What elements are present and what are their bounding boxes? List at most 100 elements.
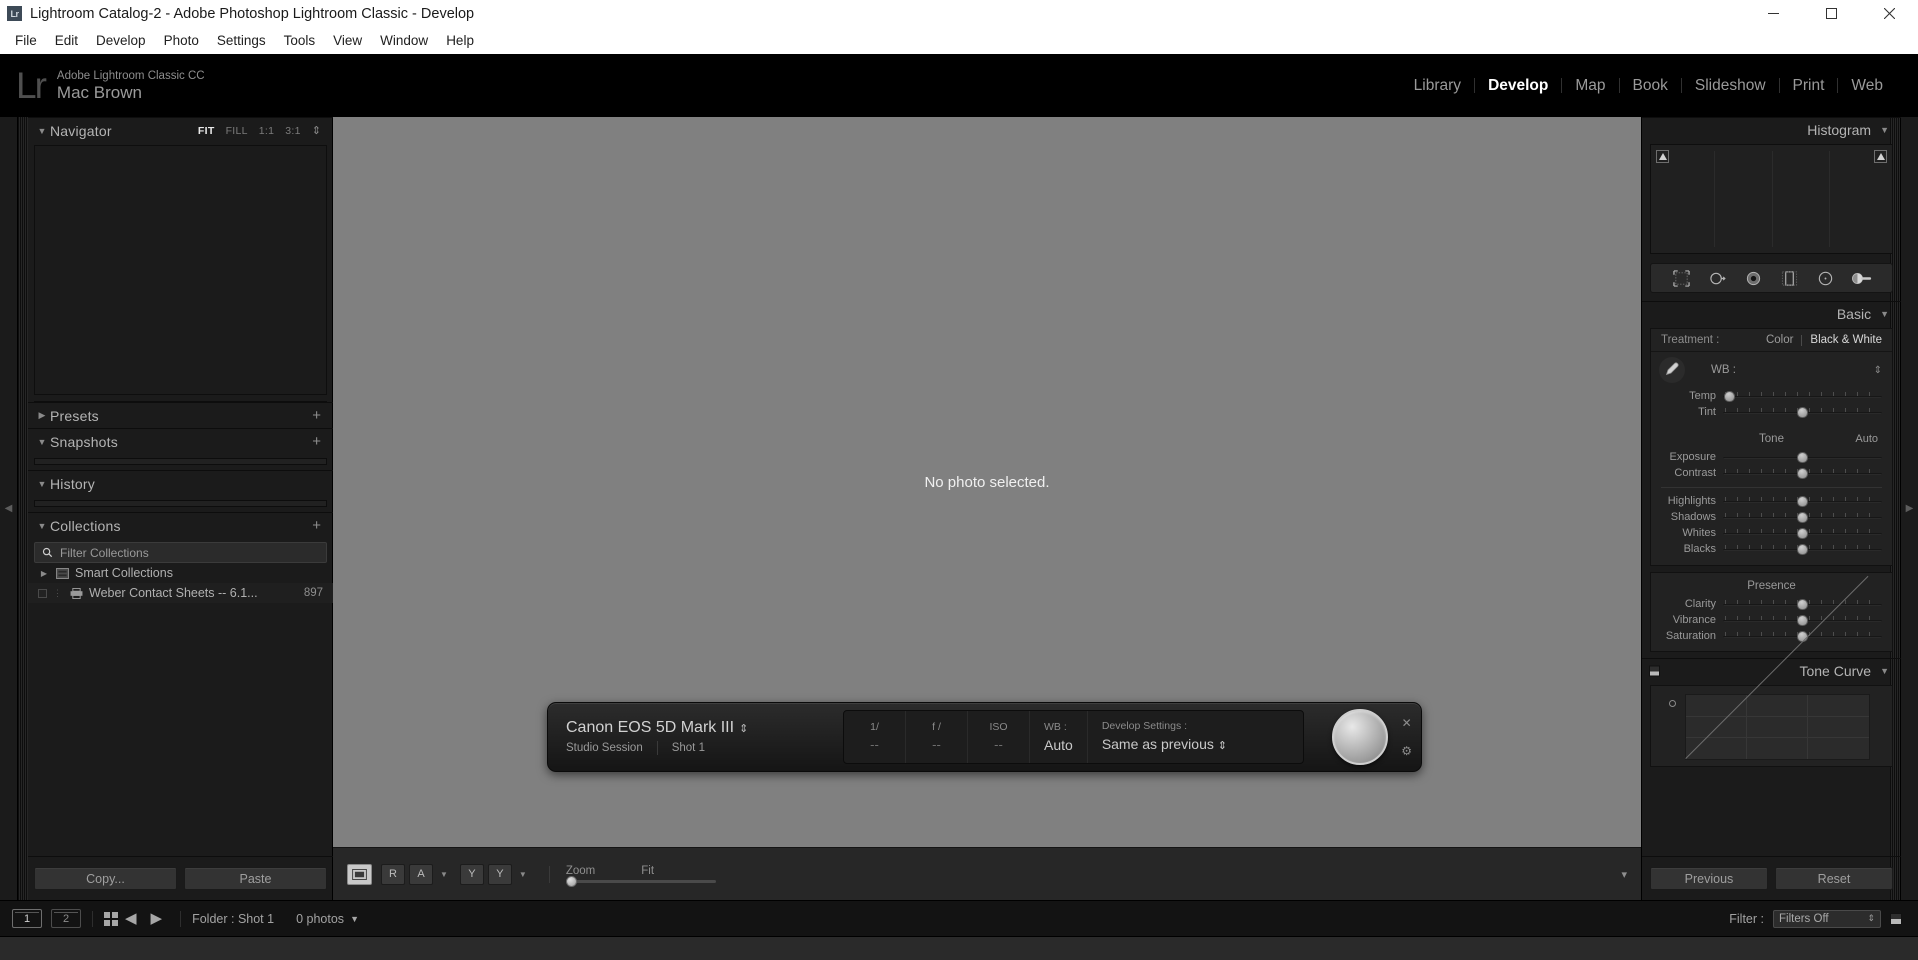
collection-row-weber[interactable]: ⋮ Weber Contact Sheets -- 6.1... 897: [28, 583, 333, 603]
menu-photo[interactable]: Photo: [155, 30, 208, 51]
toolbar-chevron-down-icon[interactable]: ▾: [1621, 868, 1627, 881]
red-eye-correction-icon[interactable]: [1744, 268, 1764, 288]
add-collection-icon[interactable]: +: [312, 518, 321, 533]
chevron-down-icon[interactable]: ▼: [34, 521, 50, 531]
chevron-down-icon[interactable]: ▼: [34, 479, 50, 489]
nav-zoom-fill[interactable]: FILL: [226, 125, 248, 137]
highlight-clipping-icon[interactable]: [1874, 150, 1887, 163]
spot-removal-icon[interactable]: [1708, 268, 1728, 288]
tethered-capture-bar[interactable]: Canon EOS 5D Mark III ⇕ Studio Session S…: [547, 702, 1422, 772]
menu-file[interactable]: File: [6, 30, 46, 51]
chevron-down-icon[interactable]: ▼: [1880, 309, 1889, 319]
white-balance-selector-icon[interactable]: [1659, 357, 1685, 383]
forward-arrow-icon[interactable]: ▶: [151, 911, 163, 926]
slider-blacks[interactable]: Blacks: [1651, 541, 1892, 557]
tether-iso-field[interactable]: ISO --: [968, 711, 1030, 763]
graduated-filter-icon[interactable]: [1780, 268, 1800, 288]
module-print[interactable]: Print: [1780, 77, 1838, 95]
slider-temp[interactable]: Temp: [1651, 388, 1892, 404]
treatment-bw-option[interactable]: Black & White: [1810, 334, 1882, 346]
zoom-slider-knob[interactable]: [565, 876, 577, 887]
menu-settings[interactable]: Settings: [208, 30, 275, 51]
before-after-button-2[interactable]: Y: [487, 863, 512, 885]
back-arrow-icon[interactable]: ◀: [125, 911, 137, 926]
chevron-right-icon[interactable]: ▶: [38, 569, 50, 578]
tether-camera-selector[interactable]: Canon EOS 5D Mark III ⇕: [566, 719, 841, 737]
shadow-clipping-icon[interactable]: [1656, 150, 1669, 163]
paste-button[interactable]: Paste: [184, 867, 327, 890]
menu-window[interactable]: Window: [371, 30, 437, 51]
tone-curve-toggle-switch[interactable]: [1649, 665, 1660, 677]
slider-track[interactable]: [1723, 527, 1882, 539]
maximize-button[interactable]: [1802, 0, 1860, 27]
collections-header[interactable]: ▼ Collections +: [28, 512, 333, 538]
slider-saturation[interactable]: Saturation: [1651, 628, 1892, 644]
treatment-color-option[interactable]: Color: [1766, 334, 1793, 346]
slider-clarity[interactable]: Clarity: [1651, 596, 1892, 612]
crop-overlay-icon[interactable]: [1672, 268, 1692, 288]
filter-toggle-switch[interactable]: [1890, 912, 1902, 925]
screen-1-button[interactable]: 1: [12, 909, 42, 928]
adjustment-brush-icon[interactable]: [1851, 268, 1872, 288]
wb-stepper-icon[interactable]: ⇕: [1874, 365, 1882, 375]
slider-shadows[interactable]: Shadows: [1651, 509, 1892, 525]
collection-checkbox[interactable]: [38, 588, 47, 598]
slider-knob[interactable]: [1797, 598, 1808, 610]
chevron-down-icon[interactable]: ▼: [1880, 125, 1889, 135]
slider-knob[interactable]: [1797, 543, 1808, 555]
collection-row-smart[interactable]: ▶ Smart Collections: [28, 563, 333, 583]
filter-collections-input[interactable]: Filter Collections: [34, 542, 327, 563]
slider-track[interactable]: [1723, 451, 1882, 463]
stepper-icon[interactable]: ⇕: [1867, 914, 1875, 923]
slider-knob[interactable]: [1797, 511, 1808, 523]
menu-develop[interactable]: Develop: [87, 30, 155, 51]
slider-track[interactable]: [1723, 543, 1882, 555]
tone-curve-target-icon[interactable]: [1669, 700, 1676, 707]
tether-shutter-field[interactable]: 1/ --: [844, 711, 906, 763]
reset-button[interactable]: Reset: [1775, 867, 1893, 890]
compare-after-button[interactable]: A: [409, 863, 433, 885]
slider-whites[interactable]: Whites: [1651, 525, 1892, 541]
histogram-display[interactable]: [1650, 144, 1893, 254]
module-develop[interactable]: Develop: [1475, 77, 1561, 95]
slider-knob[interactable]: [1797, 614, 1808, 626]
navigator-header[interactable]: ▼ Navigator FIT FILL 1:1 3:1 ⇕: [28, 117, 333, 143]
tone-curve-graph[interactable]: [1685, 575, 1870, 760]
compare-view-button[interactable]: R: [381, 863, 405, 885]
slider-exposure[interactable]: Exposure: [1651, 449, 1892, 465]
slider-track[interactable]: [1723, 598, 1882, 610]
screen-2-button[interactable]: 2: [51, 909, 81, 928]
menu-view[interactable]: View: [324, 30, 371, 51]
before-after-button-1[interactable]: Y: [459, 863, 484, 885]
chevron-down-icon[interactable]: ▼: [1880, 666, 1889, 676]
chevron-right-icon[interactable]: ▶: [34, 410, 50, 421]
auto-tone-button[interactable]: Auto: [1855, 433, 1878, 445]
nav-zoom-1-1[interactable]: 1:1: [259, 125, 275, 137]
close-icon[interactable]: ✕: [1402, 717, 1412, 729]
slider-highlights[interactable]: Highlights: [1651, 493, 1892, 509]
slider-knob[interactable]: [1797, 451, 1808, 463]
filter-select[interactable]: Filters Off ⇕: [1773, 909, 1881, 928]
zoom-slider[interactable]: [565, 876, 716, 887]
slider-contrast[interactable]: Contrast: [1651, 465, 1892, 481]
slider-track[interactable]: [1723, 511, 1882, 523]
slider-knob[interactable]: [1797, 527, 1808, 539]
slider-knob[interactable]: [1797, 495, 1808, 507]
slider-knob[interactable]: [1797, 406, 1808, 418]
basic-header[interactable]: Basic ▼: [1642, 301, 1901, 326]
tone-curve-panel[interactable]: [1650, 575, 1893, 767]
left-panel-collapse-arrow[interactable]: ◀: [0, 117, 18, 900]
module-library[interactable]: Library: [1401, 77, 1474, 95]
chevron-down-icon[interactable]: ▼: [519, 870, 527, 879]
slider-track[interactable]: [1723, 467, 1882, 479]
module-web[interactable]: Web: [1838, 77, 1896, 95]
module-book[interactable]: Book: [1620, 77, 1681, 95]
nav-zoom-stepper-icon[interactable]: ⇕: [312, 125, 321, 136]
slider-knob[interactable]: [1723, 390, 1735, 402]
presets-header[interactable]: ▶ Presets +: [28, 402, 333, 428]
slider-track[interactable]: [1723, 495, 1882, 507]
nav-zoom-3-1[interactable]: 3:1: [285, 125, 301, 137]
chevron-down-icon[interactable]: ▼: [440, 870, 448, 879]
slider-track[interactable]: [1723, 390, 1882, 402]
add-snapshot-icon[interactable]: +: [312, 434, 321, 449]
